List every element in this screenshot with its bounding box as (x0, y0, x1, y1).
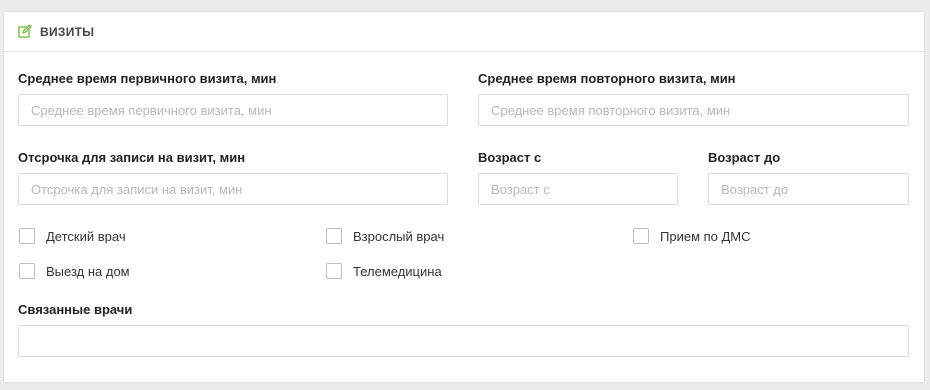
age-to-input[interactable] (708, 173, 909, 205)
child-doctor-checkbox[interactable] (19, 228, 35, 244)
linked-doctors-input[interactable] (18, 325, 909, 357)
repeat-visit-label: Среднее время повторного визита, мин (478, 71, 736, 86)
primary-visit-input[interactable] (18, 94, 448, 126)
visits-card: визиты Среднее время первичного визита, … (4, 12, 924, 382)
home-visit-checkbox-row[interactable]: Выезд на дом (19, 263, 130, 279)
booking-delay-label: Отсрочка для записи на визит, мин (18, 150, 246, 165)
repeat-visit-input[interactable] (478, 94, 909, 126)
home-visit-label: Выезд на дом (46, 263, 130, 279)
age-from-input[interactable] (478, 173, 678, 205)
home-visit-checkbox[interactable] (19, 263, 35, 279)
edit-icon (18, 24, 32, 38)
primary-visit-label: Среднее время первичного визита, мин (18, 71, 277, 86)
dms-label: Прием по ДМС (660, 228, 751, 244)
age-to-label: Возраст до (708, 150, 781, 165)
booking-delay-input[interactable] (18, 173, 448, 205)
age-from-label: Возраст с (478, 150, 542, 165)
adult-doctor-checkbox[interactable] (326, 228, 342, 244)
telemedicine-label: Телемедицина (353, 263, 442, 279)
dms-checkbox-row[interactable]: Прием по ДМС (633, 228, 751, 244)
linked-doctors-label: Связанные врачи (18, 302, 133, 317)
child-doctor-label: Детский врач (46, 228, 126, 244)
telemedicine-checkbox-row[interactable]: Телемедицина (326, 263, 442, 279)
card-header: визиты (4, 12, 924, 52)
adult-doctor-label: Взрослый врач (353, 228, 445, 244)
dms-checkbox[interactable] (633, 228, 649, 244)
child-doctor-checkbox-row[interactable]: Детский врач (19, 228, 126, 244)
card-title: визиты (40, 25, 95, 39)
telemedicine-checkbox[interactable] (326, 263, 342, 279)
adult-doctor-checkbox-row[interactable]: Взрослый врач (326, 228, 444, 244)
